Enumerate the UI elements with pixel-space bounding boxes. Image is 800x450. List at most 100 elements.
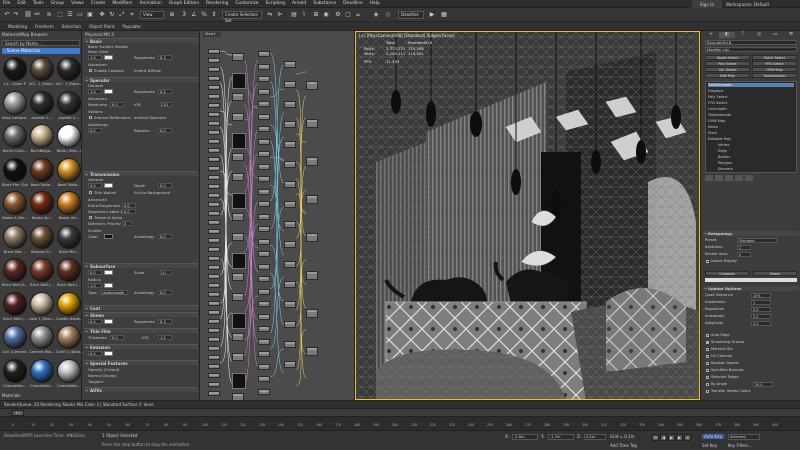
menu-item[interactable]: Substance bbox=[313, 1, 336, 6]
material-node[interactable] bbox=[284, 121, 296, 128]
material-node[interactable] bbox=[306, 271, 318, 280]
material-node[interactable] bbox=[232, 353, 244, 361]
material-node[interactable] bbox=[258, 226, 270, 232]
specular-rollout[interactable]: Specular bbox=[84, 77, 198, 83]
material-node[interactable] bbox=[232, 273, 244, 281]
transmit-alpha-checkbox[interactable] bbox=[89, 216, 92, 219]
hierarchy-tab-icon[interactable]: ⊤ bbox=[735, 32, 751, 38]
material-node[interactable] bbox=[232, 393, 244, 400]
retopology-param-value[interactable]: 1 bbox=[751, 300, 771, 305]
caustics-checkbox[interactable] bbox=[89, 69, 92, 72]
ribbon-tab[interactable]: Object Paint bbox=[89, 24, 114, 29]
undo-icon[interactable]: ↶ bbox=[3, 11, 11, 19]
isoline-checkbox[interactable] bbox=[706, 260, 709, 263]
material-node[interactable] bbox=[258, 313, 270, 320]
material-swatch[interactable]: ACI - 1 (Rock...) bbox=[29, 56, 55, 87]
material-node[interactable] bbox=[208, 76, 220, 81]
material-node[interactable] bbox=[258, 101, 270, 107]
emission-weight[interactable]: 0.0 bbox=[88, 351, 102, 356]
material-node[interactable] bbox=[258, 326, 270, 332]
material-node[interactable] bbox=[258, 51, 270, 57]
modifier-stack-item[interactable]: FFD Select bbox=[708, 101, 727, 105]
anisotropy-value[interactable]: 0.0 bbox=[88, 128, 102, 133]
emission-color-swatch[interactable] bbox=[104, 351, 113, 356]
subsurface-rollout[interactable]: Subsurface bbox=[84, 263, 198, 269]
modifier-stack-item[interactable]: UVW Map bbox=[708, 119, 725, 123]
uv-channel-checkbox[interactable] bbox=[706, 355, 709, 358]
deadline-button[interactable]: Deadline bbox=[398, 11, 424, 19]
reference-coordinate-dropdown[interactable]: View bbox=[140, 11, 164, 19]
material-swatch[interactable]: Birds ( Bird...) bbox=[56, 123, 82, 154]
extra-roughness-value[interactable]: 0.0 bbox=[122, 203, 136, 208]
move-icon[interactable]: ✥ bbox=[98, 11, 106, 19]
modifier-set-button[interactable]: Patch Select bbox=[752, 55, 797, 60]
material-node[interactable] bbox=[208, 319, 220, 324]
goto-start-icon[interactable]: ⏮ bbox=[652, 434, 659, 441]
material-node[interactable] bbox=[208, 121, 220, 126]
roughness-value[interactable]: 0.3 bbox=[158, 55, 172, 60]
reset-button[interactable]: Reset bbox=[753, 271, 797, 276]
dispersion-value[interactable]: 0.0 bbox=[122, 209, 136, 214]
link-icon[interactable]: ⛓ bbox=[24, 11, 32, 19]
thin-film-rollout[interactable]: Thin Film bbox=[84, 328, 198, 334]
sheen-rollout[interactable]: Sheen bbox=[84, 312, 198, 318]
material-node[interactable] bbox=[258, 301, 270, 307]
menu-item[interactable]: File bbox=[3, 1, 10, 6]
modifier-stack-item[interactable]: Poly Select bbox=[708, 95, 728, 99]
material-node[interactable] bbox=[208, 247, 220, 252]
track-bar[interactable]: 0 10 20 30 40 50 60 70 80 90 100 110 120 130 140 150 160… bbox=[0, 416, 800, 430]
material-swatch[interactable]: Book Table... bbox=[29, 157, 55, 188]
rotate-icon[interactable]: ↻ bbox=[108, 11, 116, 19]
workspace-selector[interactable]: Workspaces: Default bbox=[726, 0, 796, 8]
object-name-field[interactable]: Rounded018 bbox=[705, 40, 797, 45]
material-node[interactable] bbox=[208, 382, 220, 387]
material-swatch[interactable]: asphalt 2 ... bbox=[29, 90, 55, 121]
material-node[interactable] bbox=[208, 355, 220, 360]
material-node[interactable] bbox=[258, 363, 270, 370]
material-swatch[interactable]: Cement Wal... bbox=[29, 324, 55, 355]
x-coordinate[interactable]: -2.6m bbox=[512, 434, 538, 440]
subsurface-scale-value[interactable]: 1.0 bbox=[158, 270, 172, 275]
material-swatch[interactable]: BirchBeige... bbox=[29, 123, 55, 154]
rect-selection-icon[interactable]: ▭ bbox=[76, 11, 84, 19]
specular-weight[interactable]: 1.0 bbox=[88, 89, 102, 94]
material-node[interactable] bbox=[258, 263, 270, 270]
next-frame-icon[interactable]: ▶ bbox=[676, 434, 683, 441]
modifier-stack-item[interactable]: Relax bbox=[708, 125, 718, 129]
ss-aniso-value[interactable]: 0.0 bbox=[158, 290, 172, 295]
retopology-param-value[interactable]: 0.5 bbox=[751, 307, 771, 312]
menu-item[interactable]: Rendering bbox=[206, 1, 228, 6]
sign-in-button[interactable]: Sign In bbox=[692, 0, 722, 8]
modifier-stack-item[interactable]: Element bbox=[718, 167, 733, 171]
configure-modifier-sets-icon[interactable] bbox=[745, 175, 753, 181]
add-time-tag[interactable]: Add Time Tag bbox=[610, 443, 637, 448]
scatter-color-swatch[interactable] bbox=[104, 234, 113, 239]
material-swatch[interactable]: Ceil. (Cement... bbox=[2, 324, 28, 355]
coat-rollout[interactable]: Coat bbox=[84, 305, 198, 311]
spec-roughness-value[interactable]: 0.2 bbox=[158, 89, 172, 94]
ribbon-tab[interactable]: Modeling bbox=[8, 24, 27, 29]
thin-walled-checkbox[interactable] bbox=[89, 191, 92, 194]
material-node[interactable] bbox=[208, 337, 220, 342]
material-node[interactable] bbox=[208, 265, 220, 270]
schematic-view-icon[interactable]: ⊞ bbox=[312, 11, 320, 19]
by-angle-checkbox[interactable] bbox=[706, 383, 709, 386]
selection-set-dropdown[interactable]: Create Selection Set bbox=[222, 11, 262, 23]
material-node[interactable] bbox=[258, 163, 270, 170]
emission-rollout[interactable]: Emission bbox=[84, 344, 198, 350]
arnold-icon[interactable]: ◈ bbox=[372, 11, 380, 19]
modifier-stack-item[interactable]: Turbosmooth bbox=[708, 113, 731, 117]
material-swatch[interactable]: Brass Mat ... bbox=[2, 224, 28, 255]
menu-item[interactable]: Group bbox=[51, 1, 64, 6]
material-node[interactable] bbox=[208, 373, 220, 378]
z-coordinate[interactable]: 0.0m bbox=[584, 434, 606, 440]
key-filters-button[interactable]: Key Filters... bbox=[728, 443, 752, 448]
search-input[interactable]: Search by Name ... bbox=[2, 40, 80, 46]
material-node[interactable] bbox=[284, 221, 296, 228]
material-swatch[interactable]: Alloy Lampsh... bbox=[2, 90, 28, 121]
menu-item[interactable]: Create bbox=[91, 1, 106, 6]
percent-snap-icon[interactable]: % bbox=[200, 11, 208, 19]
material-swatch[interactable]: Candle Holde... bbox=[56, 291, 82, 322]
utilities-tab-icon[interactable]: ⚒ bbox=[783, 32, 799, 38]
maxscript-listener[interactable]: DeadlineSMTP Launcher Time: #NOZero bbox=[4, 433, 85, 438]
